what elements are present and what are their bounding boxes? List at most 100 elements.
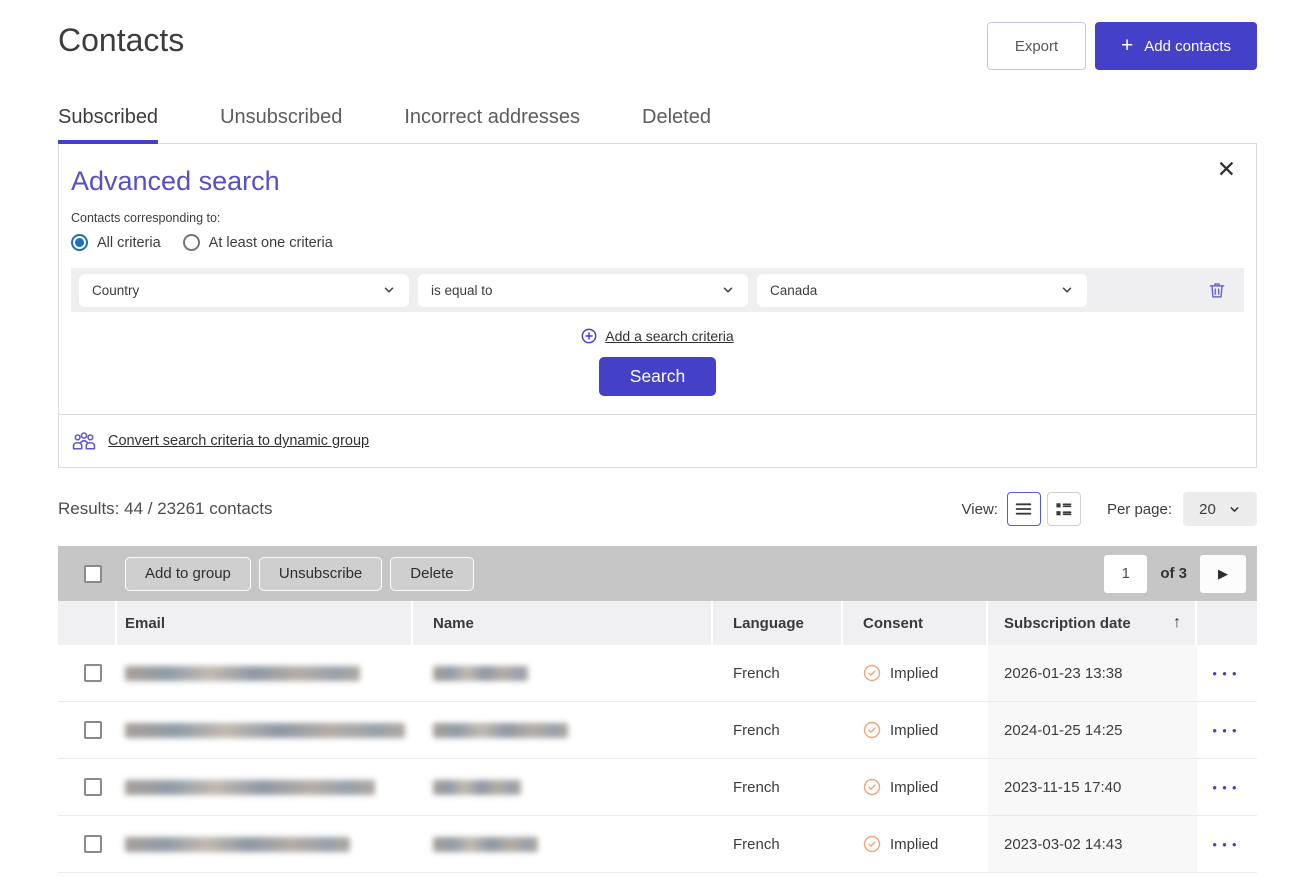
consent-check-icon: [863, 835, 881, 853]
convert-to-dynamic-group-link[interactable]: Convert search criteria to dynamic group: [108, 433, 369, 449]
tab-incorrect-addresses[interactable]: Incorrect addresses: [404, 106, 580, 144]
header-language[interactable]: Language: [713, 601, 843, 645]
group-icon: [71, 431, 97, 451]
criteria-field-value: Country: [92, 283, 139, 298]
sort-ascending-icon[interactable]: ↑: [1173, 614, 1181, 632]
consent-cell: Implied: [863, 778, 938, 796]
header-actions: Export + Add contacts: [987, 22, 1257, 70]
row-actions-button[interactable]: ●●●: [1212, 783, 1242, 792]
list-view-button[interactable]: [1007, 492, 1041, 526]
header-name[interactable]: Name: [413, 601, 713, 645]
criteria-value-select[interactable]: Canada: [757, 274, 1087, 307]
corresponding-label: Contacts corresponding to:: [71, 211, 1244, 225]
close-icon[interactable]: ✕: [1217, 158, 1236, 181]
per-page-select[interactable]: 20: [1183, 492, 1257, 526]
add-contacts-button[interactable]: + Add contacts: [1095, 22, 1257, 70]
header-subscription-date[interactable]: Subscription date ↑: [988, 601, 1197, 645]
row-checkbox[interactable]: [84, 721, 102, 739]
pagination: of 3 ▶: [1104, 555, 1246, 593]
delete-button[interactable]: Delete: [390, 557, 473, 591]
consent-check-icon: [863, 721, 881, 739]
add-contacts-label: Add contacts: [1144, 38, 1231, 55]
redacted-name: [433, 666, 528, 681]
trash-icon: [1207, 280, 1227, 300]
row-actions-button[interactable]: ●●●: [1212, 669, 1242, 678]
add-criteria-link[interactable]: Add a search criteria: [605, 328, 733, 344]
redacted-email: [125, 666, 360, 681]
redacted-name: [433, 837, 538, 852]
row-checkbox[interactable]: [84, 778, 102, 796]
tab-deleted[interactable]: Deleted: [642, 106, 711, 144]
results-bar: Results: 44 / 23261 contacts View: Per p…: [58, 492, 1257, 526]
header-checkbox-column: [58, 601, 117, 645]
convert-row: Convert search criteria to dynamic group: [59, 414, 1256, 467]
next-page-button[interactable]: ▶: [1200, 555, 1246, 593]
consent-label: Implied: [890, 665, 938, 682]
table-header: Email Name Language Consent Subscription…: [58, 601, 1257, 645]
criteria-value-value: Canada: [770, 283, 817, 298]
chevron-down-icon: [1228, 503, 1241, 516]
page-header: Contacts Export + Add contacts: [58, 0, 1257, 70]
delete-criteria-button[interactable]: [1207, 280, 1227, 300]
export-button[interactable]: Export: [987, 22, 1086, 70]
search-row: Search: [71, 357, 1244, 396]
card-view-button[interactable]: [1047, 492, 1081, 526]
consent-cell: Implied: [863, 664, 938, 682]
header-consent[interactable]: Consent: [843, 601, 988, 645]
subscription-date-cell: 2023-11-15 17:40: [988, 759, 1197, 815]
tab-subscribed[interactable]: Subscribed: [58, 106, 158, 144]
subscription-date-cell: 2023-03-02 14:43: [988, 816, 1197, 872]
radio-all-criteria-label: All criteria: [97, 235, 161, 251]
plus-circle-icon: [581, 328, 597, 344]
advanced-search-panel: ✕ Advanced search Contacts corresponding…: [58, 143, 1257, 468]
card-view-icon: [1055, 502, 1072, 517]
criteria-operator-value: is equal to: [431, 283, 493, 298]
row-checkbox[interactable]: [84, 835, 102, 853]
redacted-name: [433, 780, 521, 795]
row-actions-button[interactable]: ●●●: [1212, 840, 1242, 849]
consent-check-icon: [863, 778, 881, 796]
select-all-checkbox[interactable]: [84, 565, 102, 583]
chevron-down-icon: [382, 283, 396, 297]
radio-all-criteria[interactable]: All criteria: [71, 234, 161, 251]
header-actions-column: [1197, 601, 1257, 645]
view-label: View:: [962, 501, 998, 518]
add-criteria-row: Add a search criteria: [71, 328, 1244, 344]
criteria-operator-select[interactable]: is equal to: [418, 274, 748, 307]
plus-icon: +: [1121, 35, 1133, 56]
consent-label: Implied: [890, 722, 938, 739]
language-cell: French: [713, 702, 843, 758]
consent-cell: Implied: [863, 835, 938, 853]
subscription-date-cell: 2026-01-23 13:38: [988, 645, 1197, 701]
radio-selected-icon: [71, 234, 88, 251]
add-to-group-button[interactable]: Add to group: [125, 557, 251, 591]
consent-cell: Implied: [863, 721, 938, 739]
redacted-email: [125, 780, 375, 795]
advanced-search-title: Advanced search: [71, 166, 1244, 197]
page-number-input[interactable]: [1104, 555, 1147, 593]
header-email[interactable]: Email: [117, 601, 413, 645]
row-actions-button[interactable]: ●●●: [1212, 726, 1242, 735]
per-page-value: 20: [1199, 501, 1216, 518]
tab-unsubscribed[interactable]: Unsubscribed: [220, 106, 342, 144]
criteria-field-select[interactable]: Country: [79, 274, 409, 307]
table-row: French Implied 2023-03-02 14:43 ●●●: [58, 816, 1257, 873]
consent-check-icon: [863, 664, 881, 682]
row-checkbox[interactable]: [84, 664, 102, 682]
redacted-email: [125, 837, 350, 852]
table-body: French Implied 2026-01-23 13:38 ●●● Fren…: [58, 645, 1257, 873]
criteria-match-radios: All criteria At least one criteria: [71, 234, 1244, 251]
results-controls: View: Per page: 20: [962, 492, 1257, 526]
consent-label: Implied: [890, 836, 938, 853]
bulk-actions-toolbar: Add to group Unsubscribe Delete of 3 ▶: [58, 546, 1257, 601]
table-row: French Implied 2026-01-23 13:38 ●●●: [58, 645, 1257, 702]
list-view-icon: [1015, 502, 1032, 516]
chevron-down-icon: [721, 283, 735, 297]
header-subscription-date-label: Subscription date: [1004, 615, 1131, 632]
unsubscribe-button[interactable]: Unsubscribe: [259, 557, 382, 591]
search-criteria-row: Country is equal to Canada: [71, 268, 1244, 312]
page-title: Contacts: [58, 22, 184, 59]
language-cell: French: [713, 645, 843, 701]
radio-at-least-one-criteria[interactable]: At least one criteria: [183, 234, 333, 251]
search-button[interactable]: Search: [599, 357, 716, 396]
